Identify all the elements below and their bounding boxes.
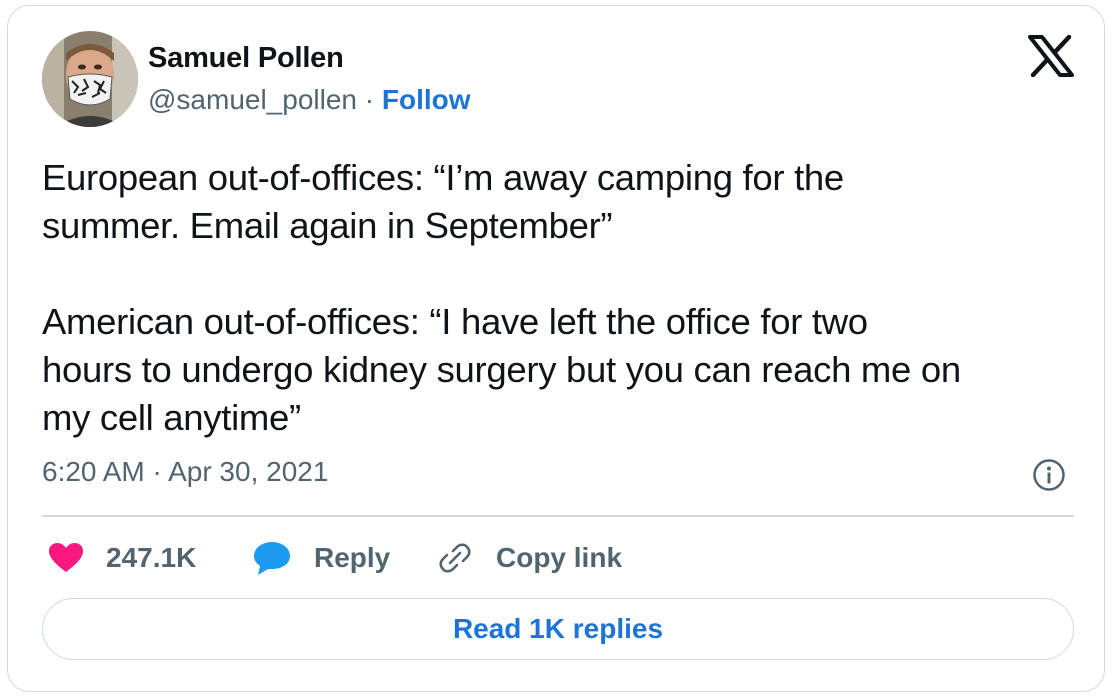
tweet-timestamp[interactable]: 6:20 AM · Apr 30, 2021 [42,456,328,488]
speech-bubble-icon [254,542,290,575]
follow-button[interactable]: Follow [382,84,471,115]
read-replies-button[interactable]: Read 1K replies [42,598,1074,660]
author-name[interactable]: Samuel Pollen [148,42,344,75]
copy-link-label: Copy link [496,542,623,573]
info-icon[interactable] [1032,458,1066,492]
link-icon [439,543,471,573]
handle-separator: · [357,84,382,115]
divider [42,515,1074,517]
tweet-text: European out-of-offices: “I’m away campi… [42,157,961,438]
author-handle[interactable]: @samuel_pollen [148,84,357,115]
author-handle-row: @samuel_pollen · Follow [148,84,471,116]
heart-icon [49,543,83,572]
reply-label: Reply [314,542,391,573]
tweet-card: Samuel Pollen @samuel_pollen · Follow Eu… [7,5,1105,692]
copy-link-button[interactable]: Copy link [436,536,622,580]
reply-button[interactable]: Reply [252,536,390,580]
x-logo-icon[interactable] [1028,34,1074,78]
like-button[interactable]: 247.1K [48,536,196,580]
like-count: 247.1K [106,542,197,573]
avatar[interactable] [42,31,138,127]
read-replies-label: Read 1K replies [452,613,664,644]
